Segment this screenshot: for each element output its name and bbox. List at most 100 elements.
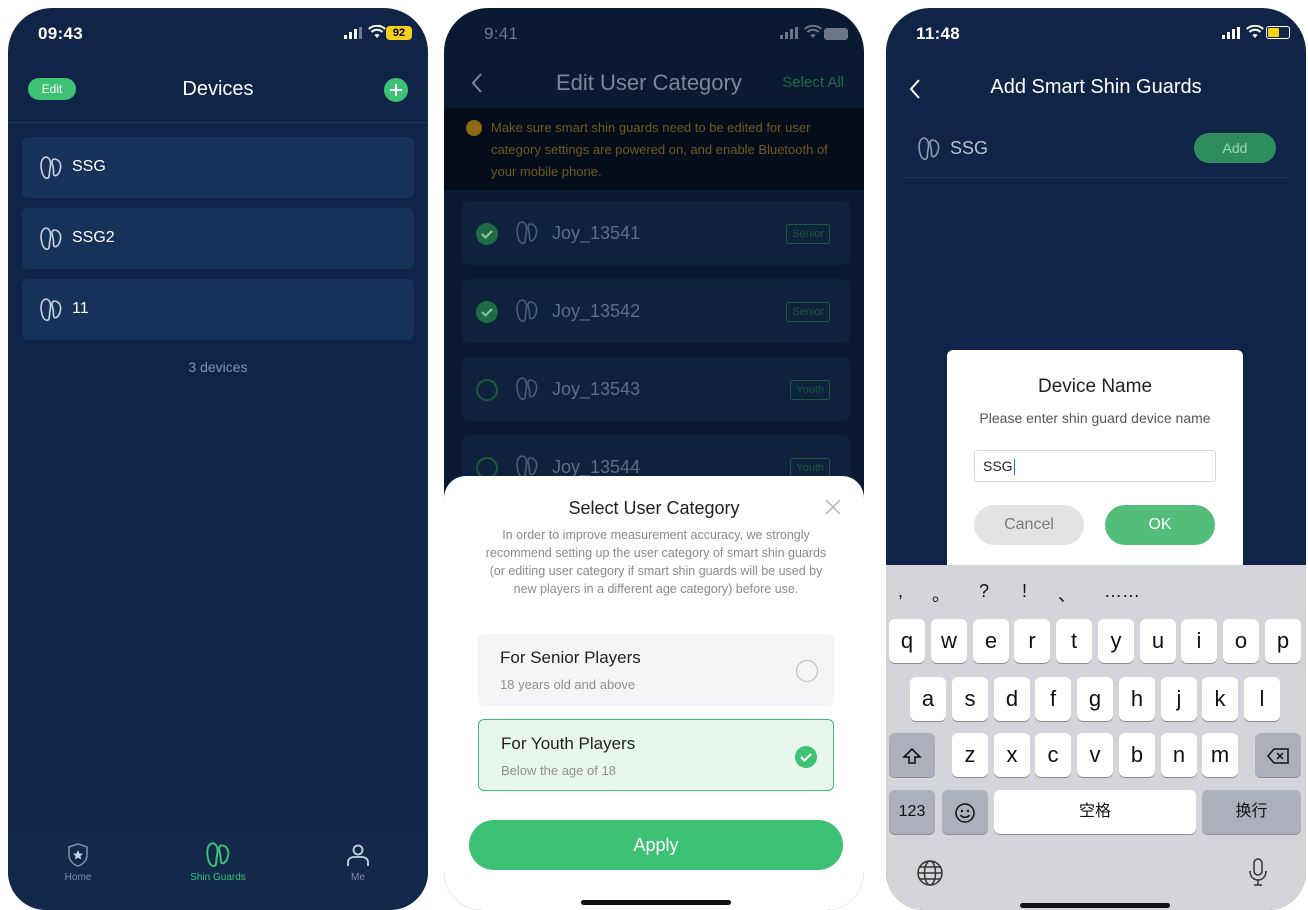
device-item[interactable]: 11	[22, 279, 414, 340]
key-v[interactable]: v	[1077, 733, 1113, 777]
battery-icon	[1266, 26, 1290, 39]
device-name-input[interactable]: SSG	[974, 450, 1216, 482]
cancel-button[interactable]: Cancel	[974, 505, 1084, 545]
option-youth-players[interactable]: For Youth Players Below the age of 18	[478, 719, 834, 791]
shin-guard-icon	[40, 298, 62, 322]
key-o[interactable]: o	[1223, 619, 1259, 663]
add-button[interactable]: Add	[1194, 133, 1276, 163]
radio-unselected-icon[interactable]	[796, 660, 818, 682]
found-device-row: SSG Add	[904, 120, 1288, 178]
key-g[interactable]: g	[1077, 677, 1113, 721]
checkbox-unchecked-icon[interactable]	[476, 379, 498, 401]
candidate-key[interactable]: ?	[979, 581, 989, 602]
device-count: 3 devices	[188, 359, 248, 375]
tab-home[interactable]: Home	[28, 838, 128, 883]
key-u[interactable]: u	[1140, 619, 1176, 663]
user-name: Joy_13542	[552, 301, 641, 321]
key-t[interactable]: t	[1056, 619, 1092, 663]
bluetooth-notice: Make sure smart shin guards need to be e…	[444, 108, 864, 190]
key-n[interactable]: n	[1161, 733, 1197, 777]
user-name: Joy_13541	[552, 223, 641, 243]
dialog-subtitle: Please enter shin guard device name	[979, 410, 1211, 426]
key-x[interactable]: x	[994, 733, 1030, 777]
user-name: Joy_13544	[552, 457, 641, 477]
shift-icon	[902, 748, 922, 764]
device-item[interactable]: SSG	[22, 137, 414, 198]
candidate-key[interactable]: ,	[898, 581, 903, 602]
key-h[interactable]: h	[1119, 677, 1155, 721]
globe-icon[interactable]	[916, 859, 944, 887]
key-k[interactable]: k	[1202, 677, 1238, 721]
key-j[interactable]: j	[1161, 677, 1197, 721]
tab-shin-guards[interactable]: Shin Guards	[168, 838, 268, 883]
home-indicator[interactable]	[581, 900, 731, 905]
wifi-icon	[368, 25, 386, 38]
key-d[interactable]: d	[994, 677, 1030, 721]
cellular-signal-icon	[780, 27, 798, 39]
tab-me[interactable]: Me	[308, 838, 408, 883]
back-icon[interactable]	[470, 72, 484, 94]
checkbox-checked-icon[interactable]	[476, 301, 498, 323]
key-s[interactable]: s	[952, 677, 988, 721]
device-name: SSG	[950, 138, 989, 158]
add-shin-guards-screen: 11:48 Add Smart Shin Guards SSG Add Devi…	[886, 8, 1306, 910]
space-key[interactable]: 空格	[994, 790, 1196, 834]
shin-guard-icon	[918, 137, 940, 161]
key-r[interactable]: r	[1014, 619, 1050, 663]
shield-star-icon	[68, 843, 88, 867]
option-subtitle: 18 years old and above	[500, 677, 636, 692]
home-indicator[interactable]	[1020, 903, 1170, 908]
ok-button[interactable]: OK	[1105, 505, 1215, 545]
candidate-key[interactable]: !	[1022, 581, 1027, 602]
delete-key[interactable]	[1255, 733, 1301, 777]
key-c[interactable]: c	[1035, 733, 1071, 777]
microphone-icon[interactable]	[1248, 857, 1268, 887]
device-name: SSG2	[72, 229, 115, 246]
key-q[interactable]: q	[889, 619, 925, 663]
shin-guard-icon	[516, 377, 538, 401]
key-l[interactable]: l	[1244, 677, 1280, 721]
cellular-signal-icon	[344, 27, 362, 39]
key-e[interactable]: e	[973, 619, 1009, 663]
user-row[interactable]: Joy_13541 Senior	[462, 201, 850, 265]
tab-label: Shin Guards	[190, 872, 246, 883]
device-item[interactable]: SSG2	[22, 208, 414, 269]
notice-text: Make sure smart shin guards need to be e…	[491, 120, 828, 179]
device-name: 11	[72, 300, 89, 317]
key-m[interactable]: m	[1202, 733, 1238, 777]
shift-key[interactable]	[889, 733, 935, 777]
return-key[interactable]: 换行	[1202, 790, 1301, 834]
radio-selected-icon[interactable]	[795, 746, 817, 768]
status-time: 09:43	[38, 24, 83, 43]
backspace-icon	[1267, 748, 1289, 764]
wifi-icon	[1246, 25, 1264, 38]
checkbox-checked-icon[interactable]	[476, 223, 498, 245]
tab-label: Me	[351, 872, 365, 883]
key-i[interactable]: i	[1181, 619, 1217, 663]
user-row[interactable]: Joy_13542 Senior	[462, 279, 850, 343]
user-row[interactable]: Joy_13543 Youth	[462, 357, 850, 421]
add-device-button[interactable]	[384, 78, 408, 102]
candidate-key[interactable]: 。	[932, 581, 950, 607]
key-a[interactable]: a	[910, 677, 946, 721]
key-b[interactable]: b	[1119, 733, 1155, 777]
key-w[interactable]: w	[931, 619, 967, 663]
wifi-icon	[804, 25, 822, 38]
candidate-key[interactable]: ……	[1104, 581, 1140, 602]
emoji-key[interactable]	[942, 790, 988, 834]
input-value: SSG	[983, 458, 1013, 474]
option-senior-players[interactable]: For Senior Players 18 years old and abov…	[478, 634, 834, 706]
key-z[interactable]: z	[952, 733, 988, 777]
close-icon[interactable]	[824, 498, 842, 516]
numbers-key[interactable]: 123	[889, 790, 935, 834]
shin-guard-icon	[516, 299, 538, 323]
status-bar: 11:48	[886, 8, 1306, 58]
status-time: 9:41	[484, 24, 519, 43]
select-all-button[interactable]: Select All	[782, 74, 844, 91]
candidate-key[interactable]: 、	[1058, 581, 1076, 607]
key-p[interactable]: p	[1265, 619, 1301, 663]
apply-button[interactable]: Apply	[469, 820, 843, 870]
key-f[interactable]: f	[1035, 677, 1071, 721]
device-name-dialog: Device Name Please enter shin guard devi…	[947, 350, 1243, 590]
key-y[interactable]: y	[1098, 619, 1134, 663]
